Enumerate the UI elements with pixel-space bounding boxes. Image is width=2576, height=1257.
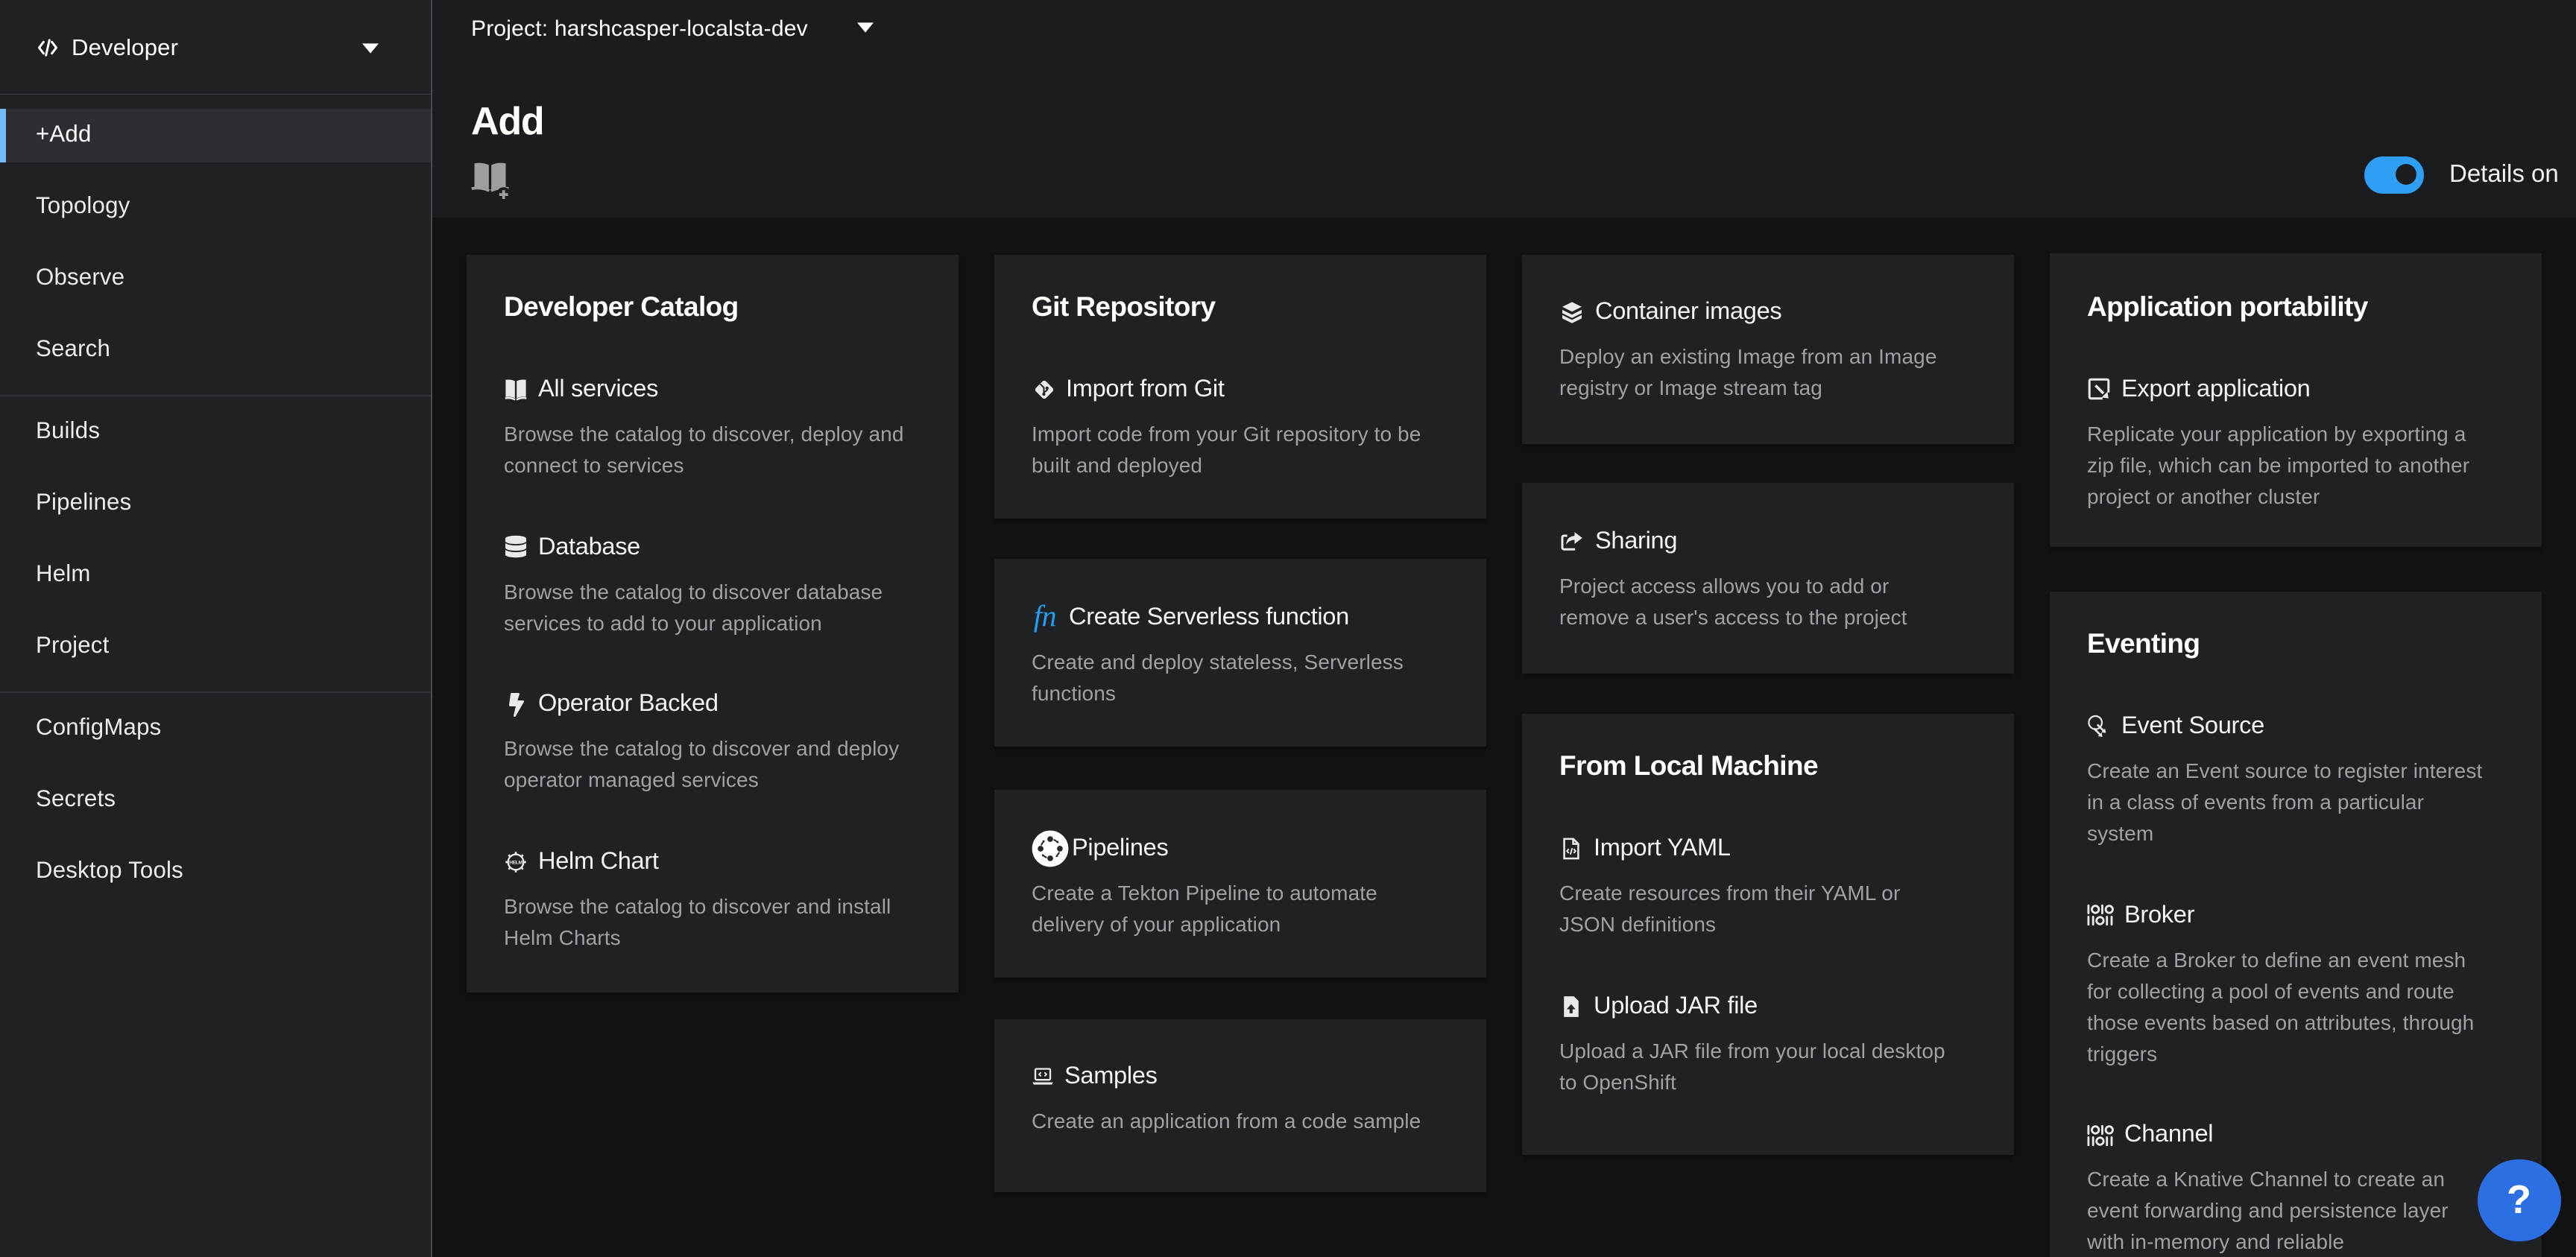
svg-text:HELM: HELM bbox=[509, 859, 523, 864]
